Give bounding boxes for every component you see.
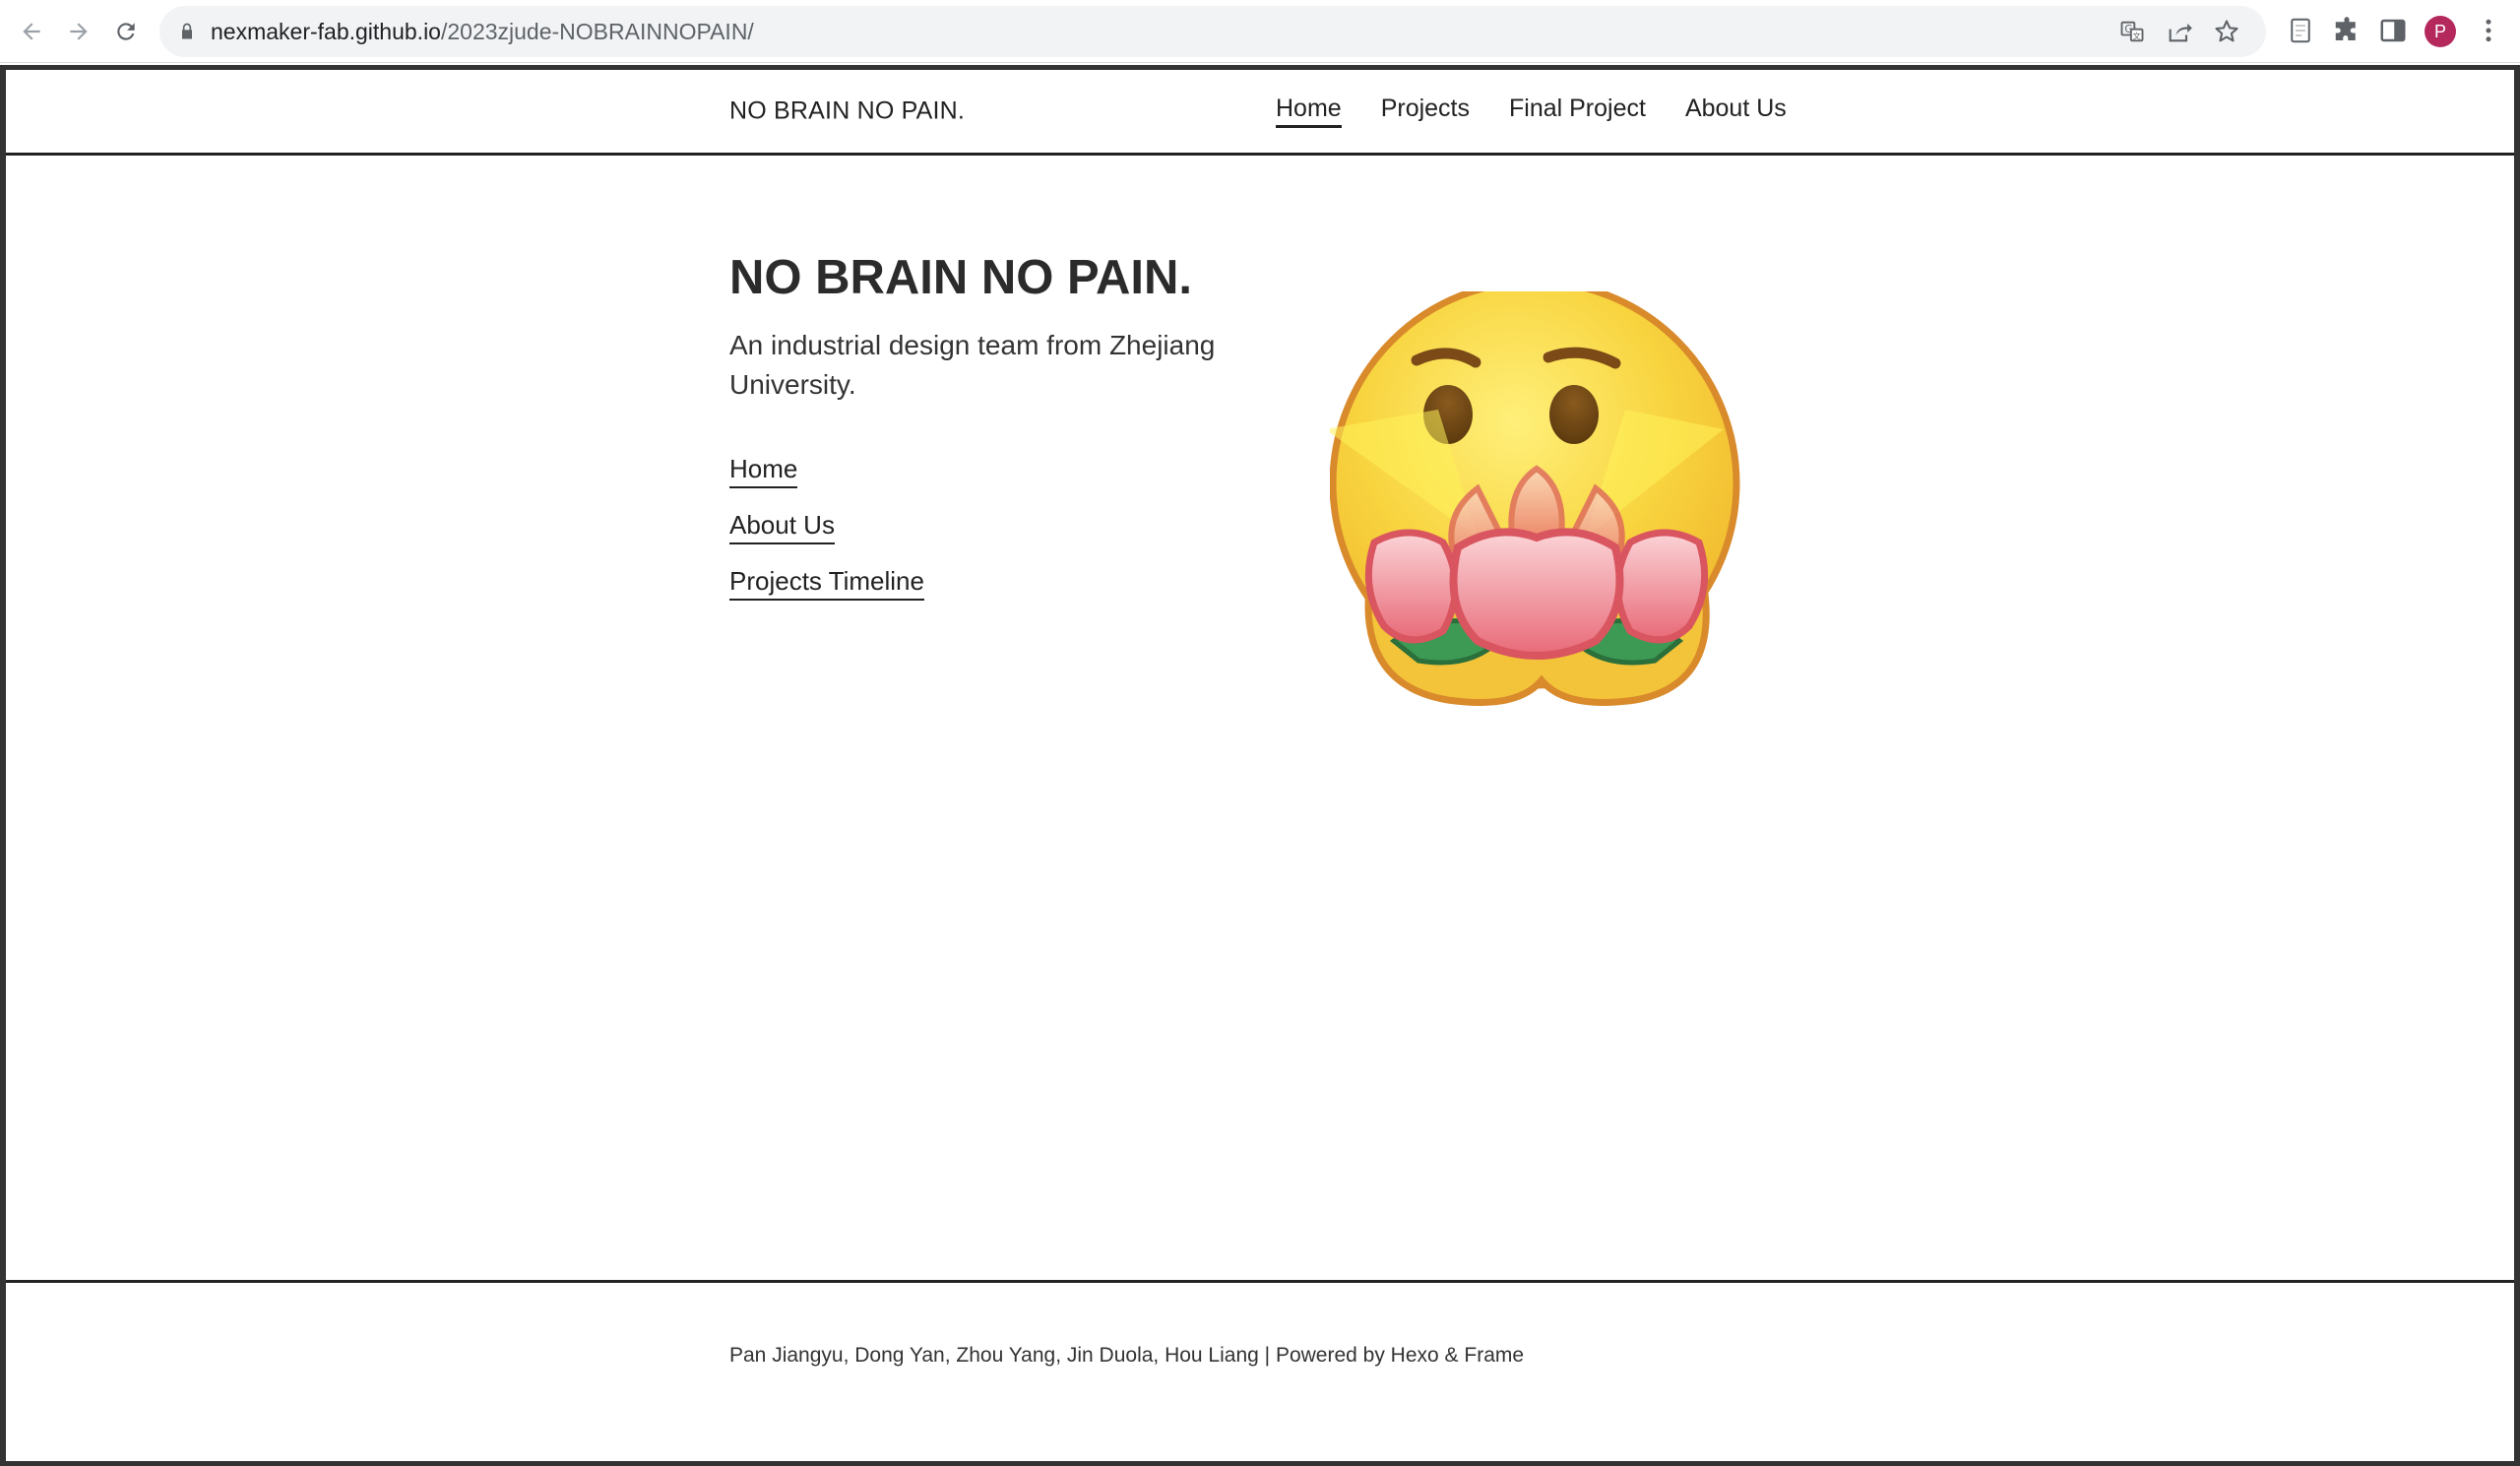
lotus-emoji-icon bbox=[1330, 291, 1740, 706]
reload-button[interactable] bbox=[108, 14, 144, 49]
site-brand[interactable]: NO BRAIN NO PAIN. bbox=[729, 97, 965, 126]
extensions-icon bbox=[2335, 17, 2356, 40]
nav-home[interactable]: Home bbox=[1276, 95, 1342, 128]
side-panel-icon bbox=[2380, 19, 2406, 42]
translate-icon: G文 bbox=[2120, 21, 2144, 42]
reading-list-button[interactable] bbox=[2286, 16, 2315, 45]
menu-icon bbox=[2486, 19, 2491, 42]
nav-projects[interactable]: Projects bbox=[1381, 95, 1470, 128]
quick-links: Home About Us Projects Timeline bbox=[729, 454, 924, 622]
site-header: NO BRAIN NO PAIN. Home Projects Final Pr… bbox=[6, 70, 2514, 156]
nav-final-project[interactable]: Final Project bbox=[1509, 95, 1646, 128]
url-path: /2023zjude-NOBRAINNOPAIN/ bbox=[440, 19, 754, 44]
side-panel-button[interactable] bbox=[2378, 16, 2408, 45]
page-viewport: NO BRAIN NO PAIN. Home Projects Final Pr… bbox=[0, 65, 2520, 1466]
page-title: NO BRAIN NO PAIN. bbox=[729, 251, 1193, 304]
profile-avatar[interactable]: P bbox=[2425, 16, 2456, 47]
reload-icon bbox=[117, 23, 135, 40]
forward-button[interactable] bbox=[61, 14, 96, 49]
url-text: nexmaker-fab.github.io/2023zjude-NOBRAIN… bbox=[211, 18, 754, 45]
back-button[interactable] bbox=[14, 14, 49, 49]
browser-toolbar: nexmaker-fab.github.io/2023zjude-NOBRAIN… bbox=[0, 0, 2520, 63]
extensions-button[interactable] bbox=[2332, 16, 2362, 45]
share-icon bbox=[2169, 23, 2192, 42]
link-projects-timeline[interactable]: Projects Timeline bbox=[729, 566, 924, 601]
footer-credits: Pan Jiangyu, Dong Yan, Zhou Yang, Jin Du… bbox=[729, 1344, 1525, 1367]
browser-menu-button[interactable] bbox=[2474, 16, 2503, 45]
site-footer: Pan Jiangyu, Dong Yan, Zhou Yang, Jin Du… bbox=[6, 1280, 2514, 1466]
page-subtitle: An industrial design team from Zhejiang … bbox=[729, 330, 1216, 400]
nav-about-us[interactable]: About Us bbox=[1685, 95, 1787, 128]
lock-icon bbox=[182, 23, 192, 39]
back-icon bbox=[23, 23, 40, 40]
reading-list-icon bbox=[2291, 18, 2310, 43]
translate-button[interactable]: G文 bbox=[2118, 18, 2146, 45]
bookmark-button[interactable] bbox=[2213, 18, 2240, 45]
forward-icon bbox=[70, 23, 88, 40]
link-home[interactable]: Home bbox=[729, 454, 798, 488]
svg-text:文: 文 bbox=[2133, 32, 2141, 41]
star-icon bbox=[2215, 20, 2238, 42]
share-button[interactable] bbox=[2166, 18, 2193, 45]
address-bar[interactable]: nexmaker-fab.github.io/2023zjude-NOBRAIN… bbox=[159, 6, 2266, 57]
link-about-us[interactable]: About Us bbox=[729, 510, 835, 544]
url-host: nexmaker-fab.github.io bbox=[211, 19, 441, 44]
top-nav: Home Projects Final Project About Us bbox=[1276, 95, 1826, 128]
